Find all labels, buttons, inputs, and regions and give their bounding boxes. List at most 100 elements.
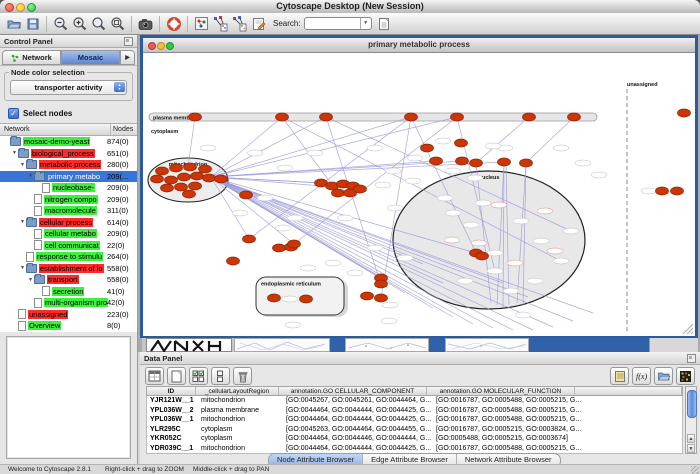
graph-node[interactable] xyxy=(170,164,183,172)
zoom-in-button[interactable] xyxy=(70,14,89,33)
table-row[interactable]: YKR052Ccytoplasm[GO:0044464, GO:0044446,… xyxy=(147,434,682,444)
search-input[interactable]: ▼ xyxy=(304,17,372,30)
background-window-border[interactable] xyxy=(529,338,649,352)
expander-arrow-icon[interactable]: ▼ xyxy=(19,265,26,271)
table-column-header[interactable]: _cellularLayoutRegion xyxy=(196,387,279,395)
tree-row[interactable]: cellular metabo209(0) xyxy=(0,228,137,240)
unselect-attributes-button[interactable] xyxy=(211,367,230,385)
save-session-button[interactable] xyxy=(23,14,42,33)
graph-node[interactable] xyxy=(183,190,196,198)
expander-arrow-icon[interactable]: ▼ xyxy=(19,162,26,168)
tree-row[interactable]: response to stimulu264(0) xyxy=(0,251,137,263)
graph-edge[interactable] xyxy=(211,161,462,177)
graph-node[interactable] xyxy=(276,113,289,121)
graph-node[interactable] xyxy=(430,157,443,165)
layout-b-button[interactable] xyxy=(230,14,249,33)
tree-row[interactable]: ▼biological_process651(0) xyxy=(0,148,137,160)
more-tabs-button[interactable]: ▶ xyxy=(120,50,135,65)
graph-node[interactable] xyxy=(161,184,174,192)
new-attribute-button[interactable] xyxy=(167,367,186,385)
zoom-fit-button[interactable] xyxy=(89,14,108,33)
graph-edge[interactable] xyxy=(211,177,423,264)
graph-node[interactable] xyxy=(455,139,468,147)
tree-row[interactable]: macromolecule311(0) xyxy=(0,205,137,217)
node-color-dropdown[interactable]: transporter activity ▲▼ xyxy=(10,80,127,95)
expander-arrow-icon[interactable]: ▼ xyxy=(19,219,26,225)
column-network[interactable]: Network xyxy=(0,124,111,135)
tree-row[interactable]: ▼metabolic process280(0) xyxy=(0,159,137,171)
help-button[interactable] xyxy=(164,14,183,33)
table-column-header[interactable] xyxy=(575,387,682,395)
overview-window-button[interactable] xyxy=(192,14,211,33)
window-resize-grip[interactable] xyxy=(691,466,699,474)
annotation-button[interactable] xyxy=(249,14,268,33)
graph-node[interactable] xyxy=(656,187,669,195)
graph-node[interactable] xyxy=(243,235,256,243)
table-row[interactable]: YLR295Ccytoplasm[GO:0045263, GO:0044464,… xyxy=(147,425,682,435)
graph-node[interactable] xyxy=(375,294,388,302)
delete-attribute-button[interactable] xyxy=(233,367,252,385)
notes-button[interactable] xyxy=(610,367,629,385)
graph-node[interactable] xyxy=(332,189,345,197)
graph-node[interactable] xyxy=(203,174,216,182)
float-panel-icon[interactable] xyxy=(687,354,696,363)
select-nodes-checkbox[interactable]: ✓ xyxy=(8,108,19,119)
open-session-button[interactable] xyxy=(4,14,23,33)
network-canvas[interactable]: plasma membrane cytoplasm mitochondrion … xyxy=(143,53,695,336)
graph-node[interactable] xyxy=(568,113,581,121)
attribute-matrix-button[interactable] xyxy=(676,367,695,385)
table-row[interactable]: YDR039C__1mitochondrion[GO:0044464, GO:0… xyxy=(147,444,682,454)
table-column-header[interactable]: annotation.GO MOLECULAR_FUNCTION xyxy=(427,387,575,395)
search-options-button[interactable] xyxy=(375,14,394,33)
graph-node[interactable] xyxy=(268,294,281,302)
table-row[interactable]: YPL036W__2plasma membrane[GO:0044464, GO… xyxy=(147,406,682,416)
graph-node[interactable] xyxy=(375,280,388,288)
background-window[interactable] xyxy=(649,338,698,352)
graph-edge[interactable] xyxy=(476,117,529,163)
graph-node[interactable] xyxy=(678,109,691,117)
expander-arrow-icon[interactable]: ▼ xyxy=(27,173,34,179)
zoom-selected-region-button[interactable] xyxy=(108,14,127,33)
graph-node[interactable] xyxy=(178,173,191,181)
graph-node[interactable] xyxy=(240,191,253,199)
layout-a-button[interactable] xyxy=(211,14,230,33)
graph-node[interactable] xyxy=(189,113,202,121)
tree-row[interactable]: ▼transport558(0) xyxy=(0,274,137,286)
table-column-header[interactable]: annotation.GO CELLULAR_COMPONENT xyxy=(279,387,427,395)
graph-node[interactable] xyxy=(671,187,684,195)
expander-arrow-icon[interactable]: ▼ xyxy=(27,277,34,283)
graph-node[interactable] xyxy=(421,144,434,152)
background-window[interactable] xyxy=(345,338,429,352)
graph-node[interactable] xyxy=(456,157,469,165)
birds-eye-view[interactable] xyxy=(6,336,131,459)
tree-row[interactable]: mosaic-demo-yeast874(0) xyxy=(0,136,137,148)
graph-node[interactable] xyxy=(451,113,464,121)
graph-node[interactable] xyxy=(273,244,286,252)
graph-node[interactable] xyxy=(288,240,301,248)
graph-edge[interactable] xyxy=(211,117,326,177)
graph-node[interactable] xyxy=(476,252,489,260)
table-column-header[interactable]: ID xyxy=(147,387,196,395)
background-window-border[interactable] xyxy=(429,338,445,352)
network-view-window[interactable]: primary metabolic process plasma membran… xyxy=(140,35,698,338)
graph-edge[interactable] xyxy=(249,117,411,239)
tree-row[interactable]: nucleobase-209(0) xyxy=(0,182,137,194)
table-scrollbar[interactable]: ▲ ▼ xyxy=(685,386,697,454)
graph-node[interactable] xyxy=(361,292,374,300)
graph-node[interactable] xyxy=(215,175,228,183)
table-row[interactable]: YPL036W__1mitochondrion[GO:0044464, GO:0… xyxy=(147,415,682,425)
graph-node[interactable] xyxy=(320,113,333,121)
graph-node[interactable] xyxy=(520,159,533,167)
graph-node[interactable] xyxy=(470,159,483,167)
background-window-border[interactable] xyxy=(330,338,345,352)
zoom-out-button[interactable] xyxy=(51,14,70,33)
table-row[interactable]: YJR121W__1mitochondrion[GO:0045267, GO:0… xyxy=(147,396,682,406)
background-window[interactable] xyxy=(234,338,330,352)
graph-node[interactable] xyxy=(165,176,178,184)
import-attributes-button[interactable] xyxy=(654,367,673,385)
background-window-overview[interactable] xyxy=(146,338,232,352)
function-builder-button[interactable]: f(x) xyxy=(632,367,651,385)
graph-node[interactable] xyxy=(184,163,197,171)
graph-node[interactable] xyxy=(523,113,536,121)
float-panel-icon[interactable] xyxy=(124,37,133,46)
